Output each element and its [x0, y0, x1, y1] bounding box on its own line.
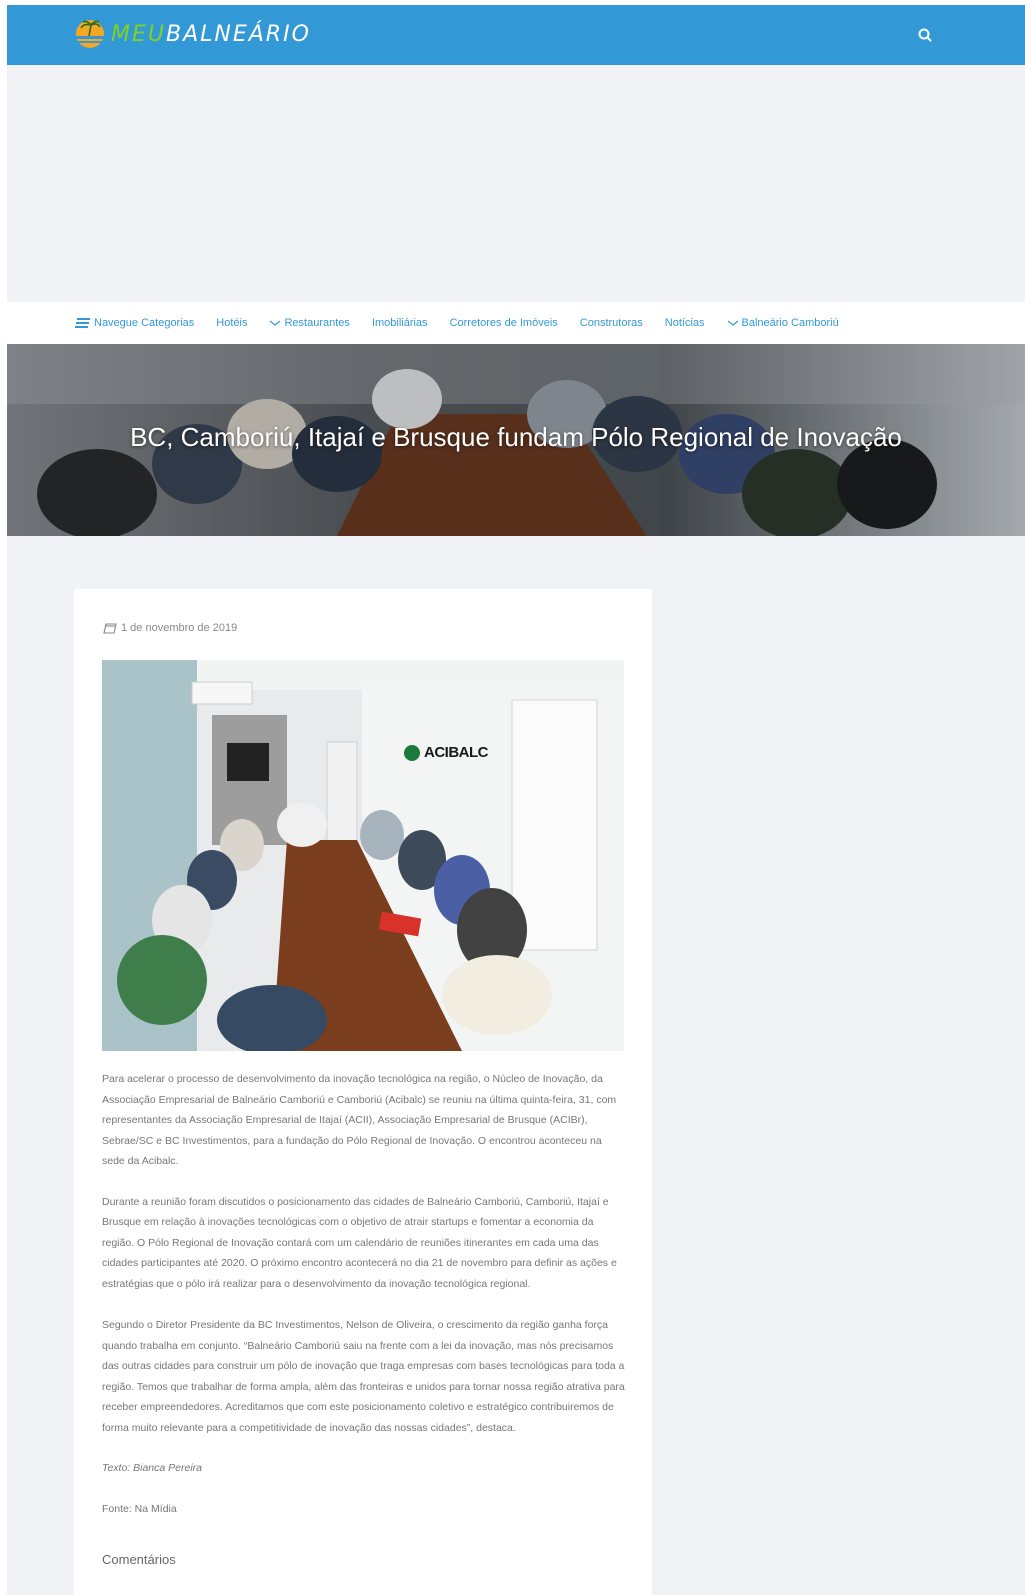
article-source: Fonte: Na Mídia: [102, 1502, 177, 1515]
calendar-icon: [103, 622, 117, 634]
nav-item-restaurantes[interactable]: Restaurantes: [269, 317, 350, 329]
nav-item-balneario-camboriu[interactable]: Balneário Camboriú: [727, 317, 839, 329]
nav-item-imobiliarias[interactable]: Imobiliárias: [372, 317, 428, 329]
article-credit: Texto: Bianca Pereira: [102, 1462, 203, 1474]
nav-item-navegue-categorias[interactable]: Navegue Categorias: [75, 317, 194, 329]
article-paragraph: Para acelerar o processo de desenvolvime…: [102, 1073, 617, 1167]
site-logo[interactable]: MEUBALNEÁRIO: [73, 19, 311, 49]
nav-item-label: Corretores de Imóveis: [449, 317, 558, 329]
hero-banner: BC, Camboriú, Itajaí e Brusque fundam Pó…: [7, 344, 1025, 536]
logo-text: MEUBALNEÁRIO: [111, 22, 311, 47]
menu-icon: [75, 318, 90, 328]
chevron-down-icon: [727, 320, 738, 326]
top-header: MEUBALNEÁRIO: [7, 5, 1025, 65]
post-date-text: 1 de novembro de 2019: [121, 622, 238, 634]
nav-item-label: Hotéis: [216, 317, 248, 329]
page-title: BC, Camboriú, Itajaí e Brusque fundam Pó…: [130, 422, 902, 452]
nav-item-noticias[interactable]: Notícias: [665, 317, 705, 329]
nav-item-label: Construtoras: [579, 317, 643, 329]
comments-heading: Comentários: [102, 1552, 176, 1567]
logo-text-meu: MEU: [111, 21, 166, 47]
nav-item-label: Navegue Categorias: [94, 317, 195, 329]
nav-item-label: Imobiliárias: [371, 317, 428, 329]
nav-item-hoteis[interactable]: Hotéis: [216, 317, 247, 329]
category-nav: Navegue Categorias Hotéis Restaurantes I…: [7, 302, 1025, 344]
nav-item-label: Notícias: [664, 317, 705, 329]
article-card: 1 de novembro de 2019 ACIBALC Para acele…: [74, 589, 652, 1595]
ad-area: [7, 65, 1025, 302]
article-body: Para acelerar o processo de desenvolvime…: [102, 1069, 627, 1539]
nav-item-label: Balneário Camboriú: [741, 317, 839, 329]
page: MEUBALNEÁRIO Navegue Categorias Hotéis R: [7, 5, 1025, 1595]
article-image: ACIBALC: [102, 660, 624, 1051]
logo-text-balneario: BALNEÁRIO: [165, 21, 311, 47]
image-wall-sign: ACIBALC: [424, 744, 489, 761]
palm-beach-logo-icon: [73, 19, 107, 49]
post-date: 1 de novembro de 2019: [103, 622, 237, 634]
article-paragraph: Segundo o Diretor Presidente da BC Inves…: [102, 1319, 625, 1434]
nav-item-construtoras[interactable]: Construtoras: [580, 317, 643, 329]
nav-item-corretores[interactable]: Corretores de Imóveis: [450, 317, 558, 329]
nav-item-label: Restaurantes: [284, 317, 350, 329]
article-paragraph: Durante a reunião foram discutidos o pos…: [102, 1195, 617, 1290]
search-icon[interactable]: [915, 25, 935, 45]
chevron-down-icon: [270, 320, 281, 326]
